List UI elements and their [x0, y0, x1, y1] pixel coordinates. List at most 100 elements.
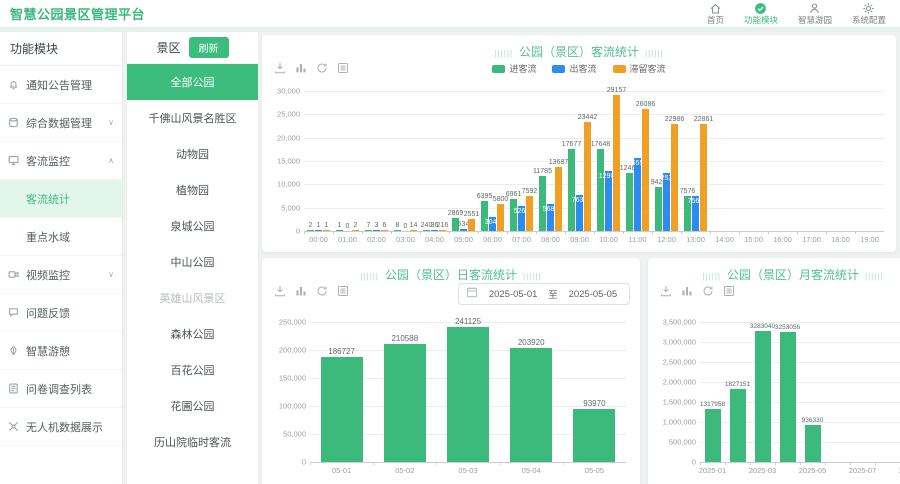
x-tick-label: 15:00 — [744, 235, 763, 244]
x-tick-label: 18:00 — [831, 235, 850, 244]
y-tick-label: 30,000 — [256, 87, 300, 96]
bar-月客流-2025-05 — [805, 425, 821, 462]
title-deco: |||||| — [361, 272, 379, 281]
bar-value-label: 6395 — [477, 193, 493, 200]
gear-icon — [862, 2, 875, 16]
bar-value-label: 7592 — [522, 188, 538, 195]
sidebar-item-label: 智慧游憩 — [26, 343, 114, 359]
bar-滞留客流-12:00 — [671, 124, 678, 231]
park-list-item[interactable]: 全部公园 — [127, 64, 258, 100]
nav-item-3[interactable]: 智慧游园 — [798, 2, 832, 25]
legend-item-出客流[interactable]: 出客流 — [552, 62, 596, 75]
bar-chart-icon[interactable] — [295, 284, 307, 302]
y-tick-label: 250,000 — [262, 318, 306, 327]
x-tick-label: 2025-03 — [749, 466, 777, 475]
y-tick-label: 0 — [262, 458, 306, 467]
date-range-separator: 至 — [548, 287, 558, 301]
x-axis-line — [310, 462, 626, 463]
sidebar-item-5[interactable]: 问题反馈 — [0, 294, 122, 332]
bar-value-label: 3 — [375, 222, 379, 229]
x-tick-label: 11:00 — [628, 235, 646, 244]
sidebar-subitem-重点水域[interactable]: 重点水域 — [0, 218, 122, 256]
x-tick-label: 05:00 — [454, 235, 473, 244]
x-axis-tick — [478, 231, 479, 234]
gridline — [304, 184, 884, 185]
data-view-icon[interactable] — [723, 284, 735, 302]
x-tick-label: 2025-07 — [849, 466, 877, 475]
bar-日客流-05-02 — [384, 344, 426, 462]
date-start-value[interactable]: 2025-05-01 — [484, 289, 542, 300]
x-tick-label: 05-04 — [522, 466, 541, 475]
park-panel-header: 景区 刷新 — [127, 32, 258, 64]
sidebar-subitem-客流统计[interactable]: 客流统计 — [0, 180, 122, 218]
legend-label: 滞留客流 — [630, 62, 666, 75]
sidebar-item-4[interactable]: 视频监控∨ — [0, 256, 122, 294]
park-list-item[interactable]: 泉城公园 — [127, 208, 258, 244]
save-image-icon[interactable] — [274, 284, 286, 302]
bar-value-label: 2 — [354, 222, 358, 229]
x-axis-tick — [507, 231, 508, 234]
bell-icon — [8, 79, 20, 90]
park-list-item[interactable]: 花圃公园 — [127, 388, 258, 424]
park-panel: 景区 刷新 全部公园千佛山风景名胜区动物园植物园泉城公园中山公园英雄山风景区森林… — [127, 32, 258, 484]
bar-滞留客流-08:00 — [555, 167, 562, 231]
calendar-icon — [466, 285, 478, 303]
sidebar-item-2[interactable]: 综合数据管理∨ — [0, 104, 122, 142]
nav-item-4[interactable]: 系统配置 — [852, 2, 886, 25]
refresh-button[interactable]: 刷新 — [189, 37, 229, 58]
nav-item-1[interactable]: 首页 — [707, 2, 724, 25]
park-list-item[interactable]: 百花公园 — [127, 352, 258, 388]
top-nav: 首页 功能模块 智慧游园系统配置 — [707, 2, 886, 25]
bar-value-label: 11785 — [533, 168, 552, 175]
bar-滞留客流-03:00 — [410, 230, 417, 231]
date-range-picker[interactable]: 2025-05-01 至 2025-05-05 — [458, 283, 630, 305]
sidebar-item-8[interactable]: 无人机数据展示 — [0, 408, 122, 446]
park-list-item[interactable]: 千佛山风景名胜区 — [127, 100, 258, 136]
x-axis-tick — [310, 462, 311, 465]
restore-icon[interactable] — [702, 284, 714, 302]
x-axis-tick — [594, 231, 595, 234]
legend-item-滞留客流[interactable]: 滞留客流 — [613, 62, 666, 75]
nav-item-2[interactable]: 功能模块 — [744, 2, 778, 25]
x-tick-label: 04:00 — [425, 235, 444, 244]
sidebar-item-3[interactable]: 客流监控∧ — [0, 142, 122, 180]
x-axis-tick — [449, 231, 450, 234]
x-axis-tick — [304, 231, 305, 234]
sidebar-item-1[interactable]: 通知公告管理 — [0, 66, 122, 104]
bar-滞留客流-04:00 — [439, 230, 446, 231]
data-view-icon[interactable] — [337, 284, 349, 302]
sidebar: 功能模块 通知公告管理综合数据管理∨客流监控∧客流统计重点水域视频监控∨问题反馈… — [0, 32, 123, 484]
x-axis-tick — [536, 231, 537, 234]
park-list-item[interactable]: 森林公园 — [127, 316, 258, 352]
legend-item-进客流[interactable]: 进客流 — [492, 62, 536, 75]
date-end-value[interactable]: 2025-05-05 — [564, 289, 622, 300]
sidebar-item-label: 问题反馈 — [26, 305, 114, 321]
sidebar-item-7[interactable]: 问卷调查列表 — [0, 370, 122, 408]
bar-进客流-03:00 — [394, 230, 401, 231]
title-deco: |||||| — [645, 49, 663, 58]
y-tick-label: 5,000 — [256, 203, 300, 212]
hourly-chart-plot: 05,00010,00015,00020,00025,00030,00000:0… — [304, 91, 884, 231]
restore-icon[interactable] — [316, 284, 328, 302]
sidebar-item-6[interactable]: 智慧游憩 — [0, 332, 122, 370]
nav-item-label: 首页 — [707, 16, 724, 25]
park-list-item[interactable]: 动物园 — [127, 136, 258, 172]
nav-item-label: 功能模块 — [744, 16, 778, 25]
bar-value-label: 14 — [410, 222, 418, 229]
x-tick-label: 2025-01 — [699, 466, 727, 475]
chart-legend: 进客流 出客流 滞留客流 — [262, 62, 896, 75]
drone-icon — [8, 421, 20, 432]
database-icon — [8, 117, 20, 128]
bar-出客流-11:00 — [634, 158, 641, 231]
chevron-icon: ∧ — [108, 156, 114, 165]
park-list-item[interactable]: 植物园 — [127, 172, 258, 208]
save-image-icon[interactable] — [660, 284, 672, 302]
monitor-icon — [8, 155, 20, 166]
park-list-item[interactable]: 历山院临时客流 — [127, 424, 258, 460]
y-tick-label: 2,500,000 — [652, 358, 696, 367]
x-axis-tick — [826, 231, 827, 234]
bar-chart-icon[interactable] — [681, 284, 693, 302]
sidebar-item-label: 综合数据管理 — [26, 115, 108, 131]
park-list-item[interactable]: 中山公园 — [127, 244, 258, 280]
title-deco: |||||| — [703, 272, 721, 281]
